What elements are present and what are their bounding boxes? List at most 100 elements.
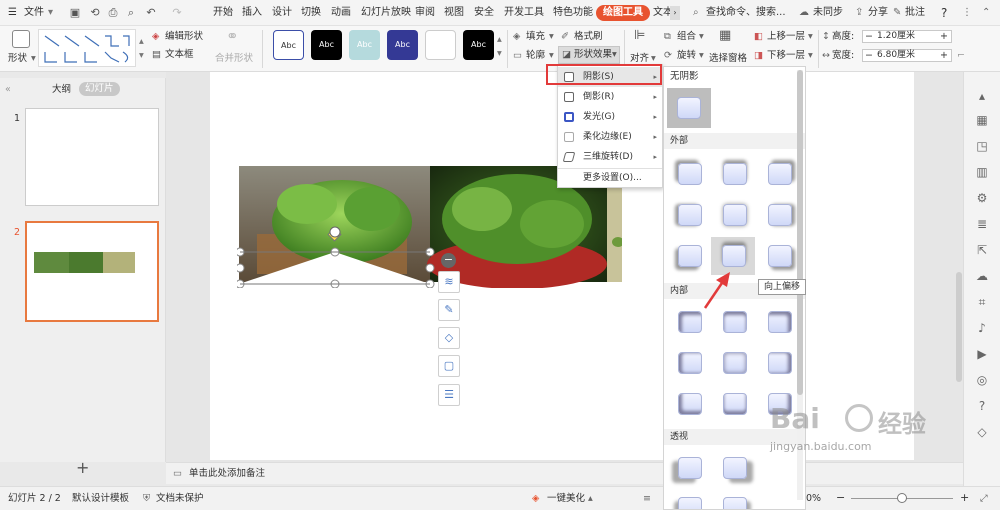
file-menu[interactable]: 文件	[24, 0, 44, 26]
chevron-down-icon[interactable]: ▾	[31, 53, 36, 65]
crop-icon[interactable]: ⌗	[974, 294, 990, 310]
height-increase[interactable]: +	[940, 31, 948, 43]
shape-button[interactable]: 形状	[8, 53, 27, 65]
menu-item-more-settings[interactable]: 更多设置(O)...	[558, 168, 662, 188]
inner-shadow-7[interactable]	[678, 393, 702, 415]
selection-pane-button[interactable]: 选择窗格	[709, 53, 747, 65]
tab-features[interactable]: 特色功能	[553, 0, 593, 26]
export-icon[interactable]: ⇱	[974, 242, 990, 258]
rotate-button[interactable]: 旋转	[677, 50, 696, 62]
pin-icon[interactable]: ◎	[974, 372, 990, 388]
tab-view[interactable]: 视图	[444, 0, 464, 26]
outer-shadow-7[interactable]	[678, 245, 702, 267]
view-normal-icon[interactable]: ≡	[643, 493, 651, 505]
tab-outline[interactable]: 大纲	[52, 84, 71, 96]
tab-insert[interactable]: 插入	[242, 0, 262, 26]
bring-forward-button[interactable]: 上移一层	[767, 31, 805, 43]
preview-icon[interactable]: ⌕	[124, 6, 138, 20]
undo-icon[interactable]: ↶	[144, 6, 158, 20]
height-field[interactable]: − 1.20厘米 +	[862, 30, 952, 43]
tab-slides[interactable]: 幻灯片	[79, 82, 120, 96]
outer-shadow-9[interactable]	[768, 245, 792, 267]
zoom-level[interactable]: 0%	[806, 493, 821, 505]
inner-shadow-8[interactable]	[723, 393, 747, 415]
edit-shape-button[interactable]: 编辑形状	[165, 31, 203, 43]
slide-thumbnail-2[interactable]	[25, 221, 159, 322]
scroll-up-icon[interactable]: ▴	[974, 88, 990, 104]
rotate-handle-icon[interactable]	[329, 226, 341, 238]
tab-scroll-right[interactable]: ›	[670, 6, 680, 20]
beautify-button[interactable]: 一键美化	[547, 493, 585, 505]
width-increase[interactable]: +	[940, 50, 948, 62]
menu-item-glow[interactable]: 发光(G) ▸	[558, 107, 662, 127]
help-icon[interactable]: ?	[974, 398, 990, 414]
shapes-panel-icon[interactable]: ◳	[974, 138, 990, 154]
inner-shadow-5[interactable]	[723, 352, 747, 374]
collapse-ribbon-icon[interactable]: ⌃	[982, 0, 990, 26]
tab-design[interactable]: 设计	[272, 0, 292, 26]
chevron-down-icon[interactable]: ▾	[808, 50, 813, 62]
notes-input[interactable]: 单击此处添加备注	[189, 468, 265, 480]
width-decrease[interactable]: −	[865, 50, 873, 62]
chevron-down-icon[interactable]: ▾	[549, 50, 554, 62]
tab-security[interactable]: 安全	[474, 0, 494, 26]
layout-icon[interactable]: ▦	[974, 112, 990, 128]
fit-window-icon[interactable]: ⤢	[980, 493, 988, 505]
connector-gallery[interactable]	[38, 29, 136, 67]
tab-animation[interactable]: 动画	[331, 0, 351, 26]
height-decrease[interactable]: −	[865, 31, 873, 43]
outer-shadow-4[interactable]	[678, 204, 702, 226]
hamburger-icon[interactable]: ☰	[8, 0, 17, 26]
print-icon[interactable]: ⎙	[106, 6, 120, 20]
tab-slideshow[interactable]: 幻灯片放映	[361, 0, 411, 26]
layer-icon[interactable]: ≋	[438, 271, 460, 293]
outer-shadow-1[interactable]	[678, 163, 702, 185]
menu-item-3d-rotation[interactable]: 三维旋转(D) ▸	[558, 147, 662, 167]
inner-shadow-1[interactable]	[678, 311, 702, 333]
collapse-float-icon[interactable]: −	[441, 253, 456, 268]
chevron-down-icon[interactable]: ▾	[699, 50, 704, 62]
zoom-in-button[interactable]: +	[960, 492, 969, 504]
chevron-down-icon[interactable]: ▾	[699, 31, 704, 43]
chevron-down-icon[interactable]: ▾	[808, 31, 813, 43]
tab-developer[interactable]: 开发工具	[504, 0, 544, 26]
inner-shadow-2[interactable]	[723, 311, 747, 333]
style-scroll-up-icon[interactable]: ▴	[497, 34, 502, 46]
slide-thumbnail-1[interactable]	[25, 108, 159, 206]
outer-shadow-2[interactable]	[723, 163, 747, 185]
fill-button[interactable]: 填充	[526, 31, 545, 43]
help-button[interactable]: ?	[941, 0, 947, 26]
vertical-scrollbar[interactable]	[956, 272, 962, 382]
share-button[interactable]: 分享	[868, 0, 888, 26]
shape-style-2[interactable]: Abc	[311, 30, 342, 60]
outer-shadow-3[interactable]	[768, 163, 792, 185]
gallery-more-icon[interactable]: ▾	[139, 50, 144, 62]
shape-style-3[interactable]: Abc	[349, 30, 380, 60]
command-search[interactable]: 查找命令、搜索...	[706, 0, 786, 26]
border-icon[interactable]: ▢	[438, 355, 460, 377]
fill-bucket-icon[interactable]: ◇	[438, 327, 460, 349]
box-icon[interactable]: ◇	[974, 424, 990, 440]
gallery-scroll-icon[interactable]: ▴	[139, 36, 144, 48]
inner-shadow-4[interactable]	[678, 352, 702, 374]
inner-shadow-6[interactable]	[768, 352, 792, 374]
property-icon[interactable]: ≣	[974, 216, 990, 232]
perspective-shadow-3[interactable]	[678, 497, 702, 509]
style-more-icon[interactable]: ▾	[497, 48, 502, 60]
shape-effect-button[interactable]: ◪ 形状效果 ▾	[558, 46, 620, 64]
perspective-shadow-4[interactable]	[723, 497, 747, 509]
tab-home[interactable]: 开始	[213, 0, 233, 26]
protect-status[interactable]: 文档未保护	[156, 493, 204, 505]
tab-drawing-tools[interactable]: 绘图工具	[596, 5, 650, 21]
text-wrap-icon[interactable]: ☰	[438, 384, 460, 406]
cloud-icon[interactable]: ☁	[974, 268, 990, 284]
perspective-shadow-2[interactable]	[723, 457, 747, 479]
width-field[interactable]: − 6.80厘米 +	[862, 49, 952, 62]
textbox-button[interactable]: 文本框	[165, 49, 194, 61]
shape-style-4[interactable]: Abc	[387, 30, 418, 60]
chevron-up-icon[interactable]: ▴	[588, 493, 593, 505]
export-icon[interactable]: ⟲	[88, 6, 102, 20]
video-icon[interactable]: ▶	[974, 346, 990, 362]
collapse-panel-icon[interactable]: «	[5, 84, 11, 96]
chevron-down-icon[interactable]: ▾	[549, 31, 554, 43]
